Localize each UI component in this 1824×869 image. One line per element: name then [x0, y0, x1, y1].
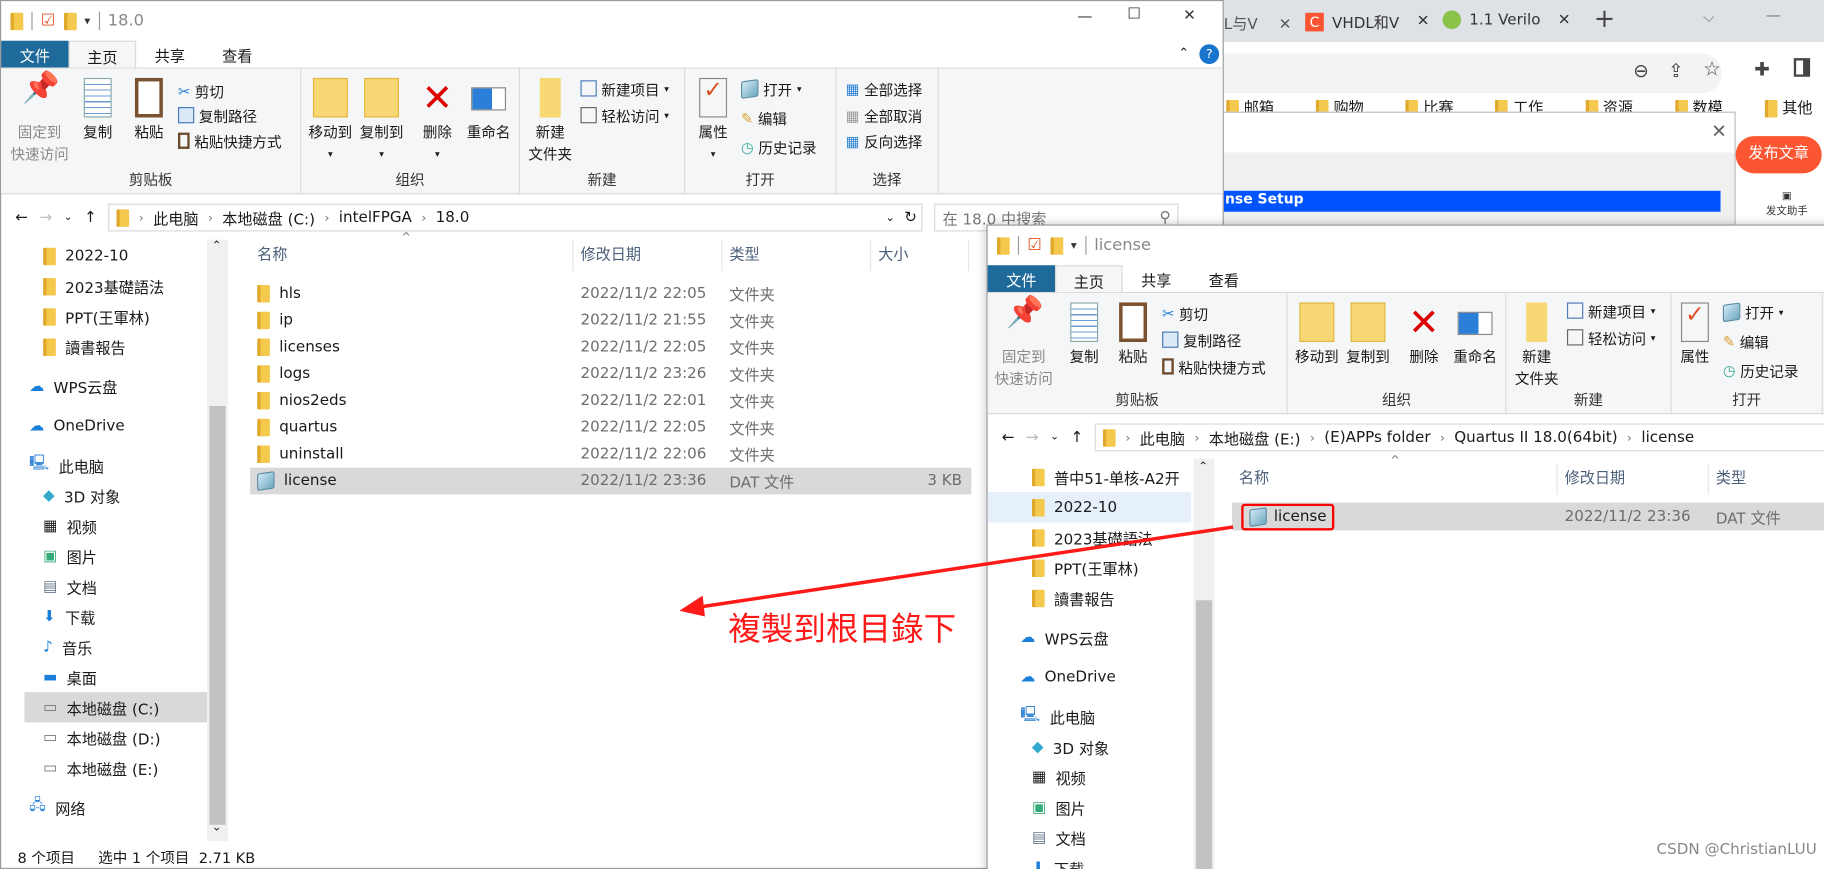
- annotation-arrow: [679, 525, 1234, 617]
- annotation-text: 複製到根目錄下: [728, 609, 957, 648]
- watermark: CSDN @ChristianLUU: [1656, 841, 1817, 859]
